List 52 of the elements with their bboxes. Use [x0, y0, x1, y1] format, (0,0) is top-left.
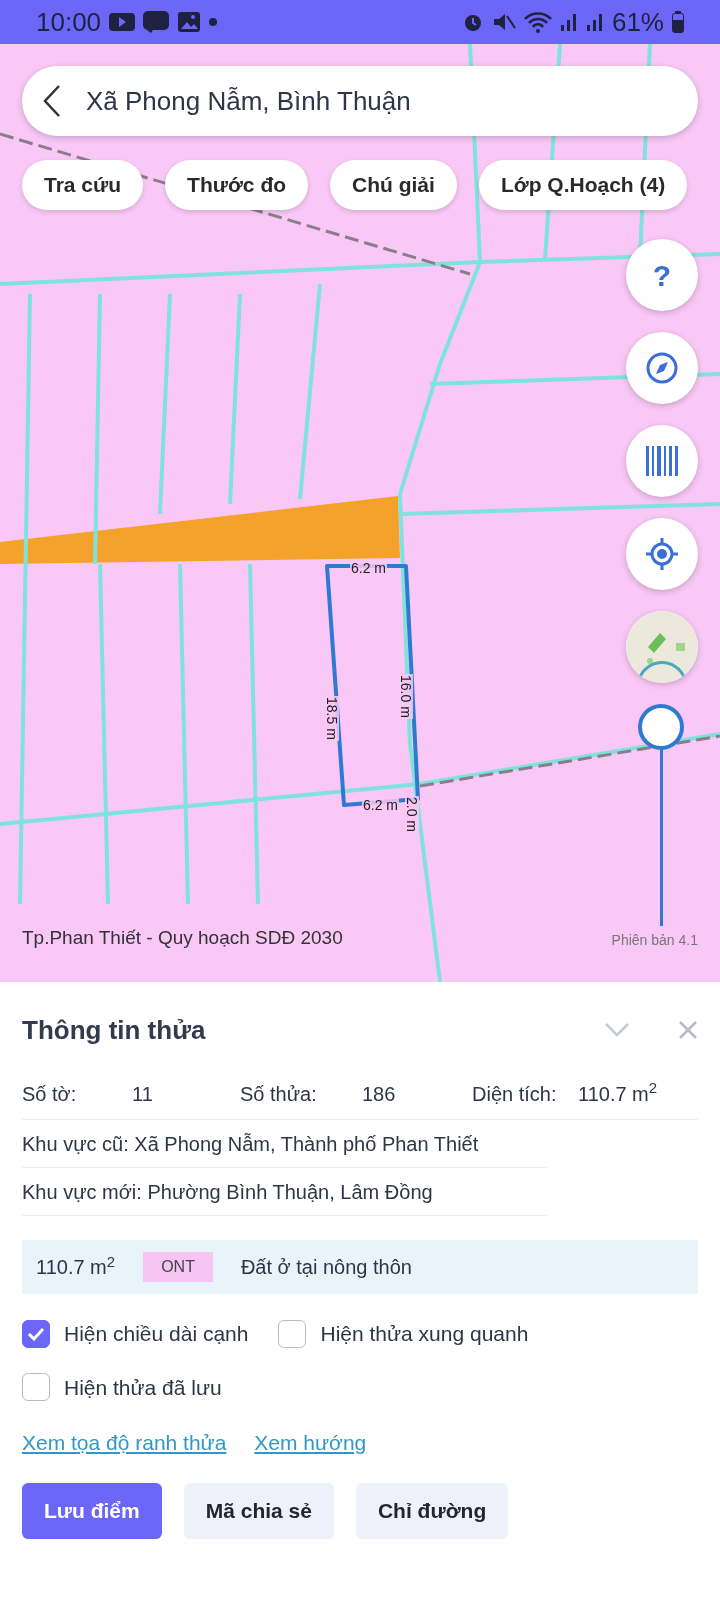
- checkbox-option[interactable]: Hiện thửa đã lưu: [22, 1371, 222, 1403]
- battery-percent: 61%: [611, 5, 664, 39]
- gallery-icon: [177, 11, 202, 33]
- chat-app-icon: [143, 11, 170, 33]
- detail-text: Khu vực mới: Phường Bình Thuận, Lâm Đồng: [22, 1179, 433, 1205]
- basemap-icon: [626, 611, 698, 683]
- field-value: 186: [362, 1081, 397, 1107]
- field-label: Số thửa:: [240, 1081, 318, 1107]
- toolbar-button[interactable]: Lớp Q.Hoạch (4): [478, 160, 688, 210]
- notification-dot-icon: [209, 18, 218, 26]
- search-bar[interactable]: Xã Phong Nẫm, Bình Thuận: [22, 66, 698, 136]
- action-button[interactable]: Chỉ đường: [355, 1482, 509, 1539]
- back-icon[interactable]: [42, 84, 62, 118]
- search-text: Xã Phong Nẫm, Bình Thuận: [86, 84, 411, 118]
- edge-length-label: 6.2 m: [362, 798, 399, 812]
- field-label: Diện tích:: [472, 1081, 558, 1107]
- checkbox-option[interactable]: Hiện chiều dài cạnh: [22, 1318, 249, 1350]
- checkbox[interactable]: [278, 1319, 307, 1348]
- toolbar-button[interactable]: Chú giải: [330, 160, 457, 210]
- area-text: 110.7 m$^{2}$: [36, 1252, 116, 1280]
- signal-icon: [559, 12, 578, 32]
- compass-icon: [645, 351, 679, 385]
- clock: 10:00: [36, 5, 102, 39]
- field-value: 11: [132, 1081, 154, 1107]
- toolbar-button[interactable]: Thước đo: [165, 160, 309, 210]
- sheet-title: Thông tin thửa: [22, 1013, 206, 1047]
- barcode-icon: [645, 444, 679, 478]
- checkbox[interactable]: [22, 1319, 50, 1348]
- action-button[interactable]: Lưu điểm: [22, 1482, 162, 1539]
- signal-icon: [585, 12, 604, 32]
- battery-icon: [672, 11, 684, 33]
- field-label: Số tờ:: [22, 1081, 78, 1107]
- edge-length-label: 18.5 m: [325, 696, 339, 741]
- action-button[interactable]: Mã chia sẻ: [183, 1482, 334, 1539]
- edge-length-label: 2.0 m: [405, 796, 419, 833]
- field-value: 110.7 m$^{2}$: [578, 1078, 658, 1107]
- map-caption: Tp.Phan Thiết - Quy hoạch SDĐ 2030: [22, 926, 343, 950]
- edge-length-label: 16.0 m: [399, 674, 413, 719]
- detail-text: Khu vực cũ: Xã Phong Nẫm, Thành phố Phan Thiết: [22, 1131, 479, 1157]
- crosshair-icon: [645, 537, 679, 571]
- checkbox[interactable]: [22, 1373, 50, 1402]
- land-use-text: Đất ở tại nông thôn: [240, 1255, 412, 1280]
- video-app-icon: [109, 12, 136, 32]
- land-code-tag: ONT: [143, 1252, 213, 1282]
- mute-icon: [491, 11, 516, 33]
- zoom-slider[interactable]: [638, 704, 686, 926]
- checkmark-icon: [27, 1326, 45, 1341]
- edge-length-label: 6.2 m: [350, 561, 387, 575]
- wifi-icon: [523, 11, 552, 33]
- checkbox-option[interactable]: Hiện thửa xung quanh: [278, 1318, 529, 1350]
- toolbar-button[interactable]: Tra cứu: [22, 160, 144, 210]
- version-label: Phiên bản 4.1: [611, 931, 698, 950]
